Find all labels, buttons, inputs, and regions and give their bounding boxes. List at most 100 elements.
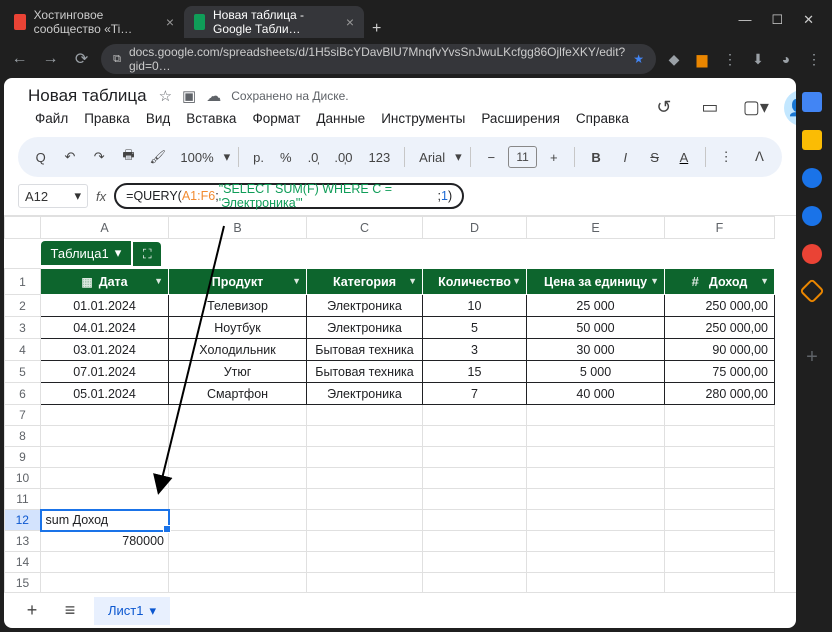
selected-cell[interactable]: sum Доход [41, 510, 169, 531]
cell[interactable]: 40 000 [527, 383, 665, 405]
row-header[interactable]: 8 [5, 426, 41, 447]
decrease-fontsize-button[interactable]: − [479, 144, 504, 170]
share-button[interactable]: 👤⁺ [784, 90, 796, 126]
table-col-category[interactable]: Категория▼ [307, 269, 423, 295]
menu-icon[interactable]: ⋮ [804, 49, 824, 69]
increase-decimals-button[interactable]: .0̩0 [328, 150, 358, 165]
cell[interactable] [665, 405, 775, 426]
cell[interactable] [41, 489, 169, 510]
cell[interactable]: 7 [423, 383, 527, 405]
menu-view[interactable]: Вид [139, 108, 177, 129]
table-col-price[interactable]: Цена за единицу▼ [527, 269, 665, 295]
cell[interactable]: 25 000 [527, 295, 665, 317]
cell[interactable] [307, 405, 423, 426]
cell[interactable]: Электроника [307, 317, 423, 339]
cell[interactable] [307, 489, 423, 510]
strikethrough-button[interactable]: S [642, 144, 667, 170]
row-header[interactable]: 7 [5, 405, 41, 426]
tasks-icon[interactable] [802, 168, 822, 188]
reload-button[interactable]: ⟳ [70, 45, 93, 73]
cell[interactable] [423, 405, 527, 426]
cell[interactable]: 250 000,00 [665, 295, 775, 317]
cell[interactable]: 07.01.2024 [41, 361, 169, 383]
cell[interactable] [423, 531, 527, 552]
cell[interactable] [41, 573, 169, 593]
cell[interactable] [665, 510, 775, 531]
font-select[interactable]: Arial [413, 150, 451, 165]
cell[interactable] [307, 531, 423, 552]
cell[interactable]: 04.01.2024 [41, 317, 169, 339]
cell[interactable]: 280 000,00 [665, 383, 775, 405]
table-col-product[interactable]: Продукт▼ [169, 269, 307, 295]
new-tab-button[interactable]: + [372, 20, 381, 38]
italic-button[interactable]: I [613, 144, 638, 170]
chevron-down-icon[interactable]: ▼ [292, 276, 301, 286]
col-header-f[interactable]: F [665, 217, 775, 239]
bookmark-icon[interactable]: ★ [633, 52, 644, 66]
contacts-icon[interactable] [802, 206, 822, 226]
url-input[interactable]: ⧉ docs.google.com/spreadsheets/d/1H5siBc… [101, 44, 656, 74]
cell[interactable] [423, 510, 527, 531]
cell[interactable] [527, 426, 665, 447]
row-header[interactable]: 2 [5, 295, 41, 317]
keep-icon[interactable] [802, 130, 822, 150]
cell[interactable] [307, 552, 423, 573]
cell[interactable]: 30 000 [527, 339, 665, 361]
menu-tools[interactable]: Инструменты [374, 108, 472, 129]
col-header-b[interactable]: B [169, 217, 307, 239]
cell[interactable] [169, 468, 307, 489]
cell[interactable] [169, 531, 307, 552]
sheet-tab[interactable]: Лист1▾ [94, 597, 170, 625]
row-header[interactable]: 1 [5, 269, 41, 295]
cell[interactable] [423, 489, 527, 510]
cell[interactable] [665, 447, 775, 468]
cell[interactable] [527, 531, 665, 552]
cell[interactable] [665, 468, 775, 489]
cell[interactable] [527, 468, 665, 489]
cell[interactable] [169, 552, 307, 573]
cell[interactable] [423, 426, 527, 447]
increase-fontsize-button[interactable]: + [541, 144, 566, 170]
cell[interactable] [41, 552, 169, 573]
all-sheets-button[interactable]: ≡ [56, 597, 84, 625]
cell[interactable]: Электроника [307, 383, 423, 405]
meet-icon[interactable]: ▢▾ [738, 90, 774, 126]
chevron-down-icon[interactable]: ▼ [408, 276, 417, 286]
table-chip[interactable]: Таблица1▾ [41, 241, 132, 265]
table-expand-icon[interactable]: ⛶ [133, 242, 161, 266]
cell[interactable]: 5 000 [527, 361, 665, 383]
cell[interactable]: Утюг [169, 361, 307, 383]
maximize-icon[interactable]: ☐ [771, 12, 783, 28]
zoom-select[interactable]: 100% [174, 150, 219, 165]
get-addons-button[interactable]: + [806, 346, 818, 369]
cell[interactable]: Бытовая техника [307, 339, 423, 361]
chevron-down-icon[interactable]: ▼ [650, 276, 659, 286]
cell[interactable] [527, 552, 665, 573]
chevron-down-icon[interactable]: ▼ [760, 276, 769, 286]
col-header-d[interactable]: D [423, 217, 527, 239]
table-col-qty[interactable]: Количество▼ [423, 269, 527, 295]
close-icon[interactable]: × [346, 14, 354, 30]
add-sheet-button[interactable]: + [18, 597, 46, 625]
currency-button[interactable]: р. [247, 150, 270, 165]
cell[interactable] [307, 573, 423, 593]
cell[interactable]: 01.01.2024 [41, 295, 169, 317]
chevron-down-icon[interactable]: ▾ [149, 603, 156, 619]
menu-edit[interactable]: Правка [77, 108, 137, 129]
cell[interactable]: Электроника [307, 295, 423, 317]
cell[interactable] [423, 468, 527, 489]
print-button[interactable]: 🖶 [116, 144, 141, 170]
cell[interactable]: 15 [423, 361, 527, 383]
cell[interactable] [527, 405, 665, 426]
cell[interactable]: 75 000,00 [665, 361, 775, 383]
col-header-c[interactable]: C [307, 217, 423, 239]
cell[interactable]: 780000 [41, 531, 169, 552]
name-box[interactable]: A12 ▾ [18, 184, 88, 208]
chevron-down-icon[interactable]: ▾ [224, 149, 231, 165]
select-all-corner[interactable] [5, 217, 41, 239]
cell[interactable] [527, 447, 665, 468]
cell[interactable] [41, 426, 169, 447]
search-menu-icon[interactable]: Q [28, 144, 53, 170]
row-header[interactable]: 3 [5, 317, 41, 339]
cell[interactable] [41, 447, 169, 468]
